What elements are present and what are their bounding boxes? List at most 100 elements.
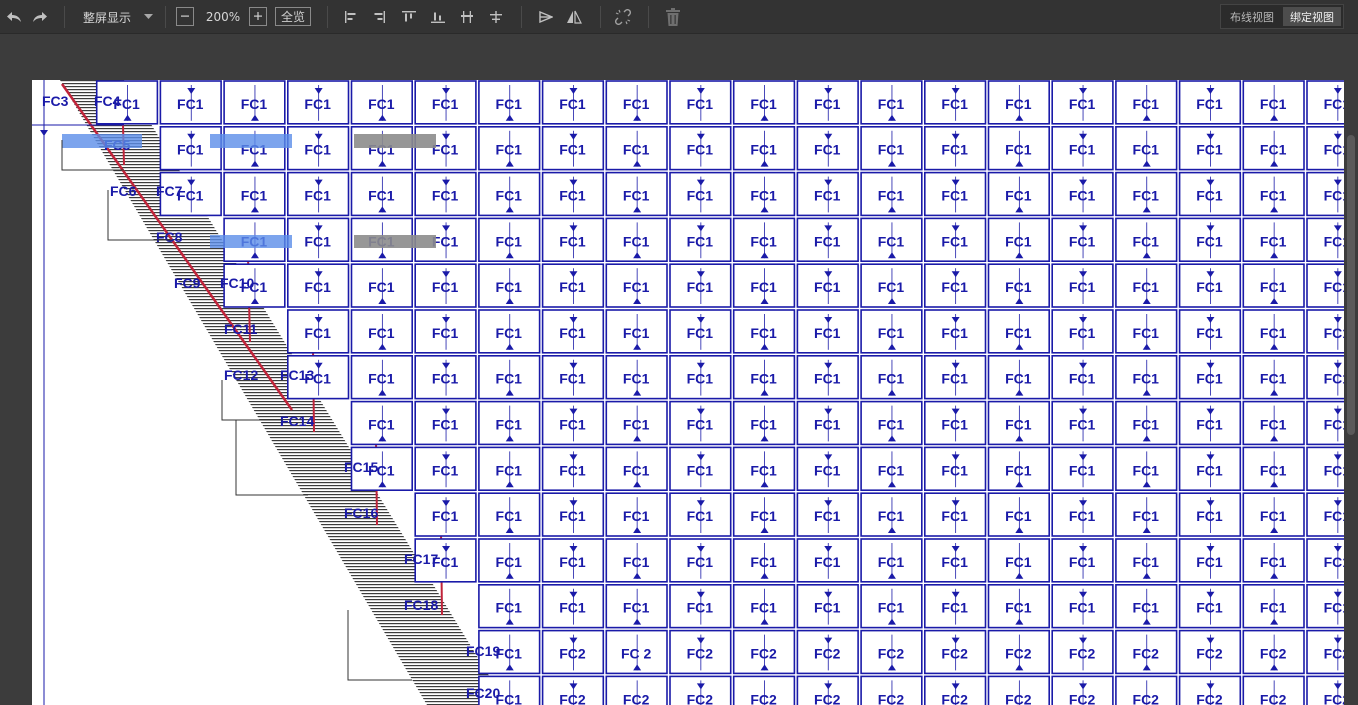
fc-cell[interactable]: FC1 (1306, 125, 1344, 171)
fc-cell[interactable]: FC1 (860, 171, 923, 217)
fc-cell[interactable]: FC1 (541, 354, 605, 400)
fc-cell[interactable]: FC1 (605, 492, 668, 537)
fc-cell[interactable]: FC1 (478, 492, 541, 537)
fc-cell[interactable]: FC1 (1178, 80, 1242, 125)
fc-cell[interactable]: FC1 (1306, 400, 1344, 446)
fc-cell[interactable]: FC1 (350, 171, 414, 217)
fc-cell[interactable]: FC1 (350, 263, 414, 308)
fc-cell[interactable]: FC1 (923, 125, 987, 171)
fc-cell[interactable]: FC2 (923, 675, 987, 705)
fc-cell[interactable]: FC1 (732, 217, 796, 262)
fc-cell[interactable]: FC1 (987, 492, 1051, 537)
fc-cell[interactable]: FC1 (796, 309, 859, 354)
fc-cell[interactable]: FC1 (605, 354, 668, 400)
fc-cell[interactable]: FC1 (923, 80, 987, 125)
fc-cell[interactable]: FC1 (478, 125, 541, 171)
fc-cell[interactable]: FC1 (732, 354, 796, 400)
fc-cell[interactable]: FC2 (987, 629, 1051, 675)
fc-cell[interactable]: FC1 (541, 492, 605, 537)
fc-cell[interactable]: FC1 (732, 309, 796, 354)
fc-cell[interactable]: FC1 (1178, 171, 1242, 217)
fc-cell[interactable]: FC1 (287, 125, 350, 171)
fc-cell[interactable]: FC1 (1306, 263, 1344, 308)
fc-cell[interactable]: FC1 (1178, 400, 1242, 446)
fc-cell[interactable]: FC1 (541, 80, 605, 125)
fc-cell[interactable]: FC1 (1306, 583, 1344, 629)
fc-cell[interactable]: FC1 (796, 583, 859, 629)
fc-cell[interactable]: FC1 (860, 446, 923, 491)
distribute-vertical-button[interactable] (485, 0, 507, 34)
zoom-in-button[interactable] (249, 7, 267, 26)
zoom-out-button[interactable] (176, 7, 194, 26)
fc-cell[interactable]: FC1 (1242, 492, 1305, 537)
fc-cell[interactable]: FC1 (223, 125, 286, 171)
fc-cell[interactable]: FC2 (1178, 629, 1242, 675)
fc-cell[interactable]: FC1 (732, 80, 796, 125)
fc-cell[interactable]: FC1 (669, 354, 732, 400)
fc-cell[interactable]: FC1 (1306, 171, 1344, 217)
display-mode-select[interactable]: 整屏显示 (82, 0, 132, 34)
fc-cell[interactable]: FC1 (796, 354, 859, 400)
fc-cell[interactable]: FC1 (605, 125, 668, 171)
fc-cell[interactable]: FC2 (541, 675, 605, 705)
fc-cell[interactable]: FC1 (732, 400, 796, 446)
fc-cell[interactable]: FC1 (1115, 354, 1178, 400)
fc-cell[interactable]: FC1 (1306, 446, 1344, 491)
fc-cell[interactable]: FC1 (1178, 217, 1242, 262)
fc-cell[interactable]: FC1 (923, 492, 987, 537)
vertical-scrollbar[interactable] (1344, 135, 1358, 705)
flip-horizontal-button[interactable] (563, 0, 585, 34)
fc-cell[interactable]: FC1 (1115, 80, 1178, 125)
fc-cell[interactable]: FC1 (541, 400, 605, 446)
fc-cell[interactable]: FC1 (350, 354, 414, 400)
fc-cell[interactable]: FC1 (796, 217, 859, 262)
fc-cell[interactable]: FC1 (1051, 400, 1114, 446)
fc-cell[interactable]: FC1 (669, 492, 732, 537)
fc-cell[interactable]: FC1 (350, 309, 414, 354)
fc-cell[interactable]: FC1 (669, 309, 732, 354)
fc-cell[interactable]: FC1 (1051, 309, 1114, 354)
fc-cell[interactable]: FC1 (478, 538, 541, 583)
fc-cell[interactable]: FC1 (414, 492, 477, 537)
fc-cell[interactable]: FC 2 (605, 629, 668, 675)
fc-cell[interactable]: FC1 (923, 263, 987, 308)
fc-cell[interactable]: FC1 (1178, 446, 1242, 491)
fc-cell[interactable]: FC1 (796, 80, 859, 125)
align-top-button[interactable] (398, 0, 420, 34)
fc-cell[interactable]: FC1 (669, 263, 732, 308)
fc-cell[interactable]: FC1 (987, 583, 1051, 629)
fc-cell[interactable]: FC2 (987, 675, 1051, 705)
fc-cell[interactable]: FC1 (1306, 217, 1344, 262)
fc-cell[interactable]: FC2 (923, 629, 987, 675)
fc-cell[interactable]: FC1 (1306, 80, 1344, 125)
fc-cell[interactable]: FC1 (1115, 583, 1178, 629)
fc-cell[interactable]: FC1 (1242, 80, 1305, 125)
fc-cell[interactable]: FC1 (159, 125, 222, 171)
fc-cell[interactable]: FC1 (1115, 217, 1178, 262)
fc-cell[interactable]: FC1 (923, 217, 987, 262)
fc-cell[interactable]: FC1 (796, 446, 859, 491)
fc-cell[interactable]: FC2 (1051, 675, 1114, 705)
fc-cell[interactable]: FC1 (414, 446, 477, 491)
fc-cell[interactable]: FC1 (414, 263, 477, 308)
fc-cell[interactable]: FC1 (796, 263, 859, 308)
delete-button[interactable] (662, 0, 684, 34)
fc-cell[interactable]: FC1 (1051, 583, 1114, 629)
fc-cell[interactable]: FC1 (605, 400, 668, 446)
fc-cell[interactable]: FC1 (478, 354, 541, 400)
wiring-view-tab[interactable]: 布线视图 (1223, 7, 1281, 26)
fc-cell[interactable]: FC1 (605, 583, 668, 629)
fc-cell[interactable]: FC1 (541, 171, 605, 217)
fc-cell[interactable]: FC2 (1115, 675, 1178, 705)
fc-cell[interactable]: FC2 (605, 675, 668, 705)
fc-cell[interactable]: FC1 (414, 354, 477, 400)
fc-cell[interactable]: FC2 (1178, 675, 1242, 705)
fc-cell[interactable]: FC1 (1115, 538, 1178, 583)
scroll-thumb[interactable] (1347, 135, 1355, 435)
fc-cell[interactable]: FC1 (478, 446, 541, 491)
fc-cell[interactable]: FC1 (1051, 263, 1114, 308)
fc-cell[interactable]: FC1 (987, 446, 1051, 491)
fc-cell[interactable]: FC1 (1242, 125, 1305, 171)
fc-cell[interactable]: FC1 (1178, 492, 1242, 537)
fc-cell[interactable]: FC1 (732, 171, 796, 217)
